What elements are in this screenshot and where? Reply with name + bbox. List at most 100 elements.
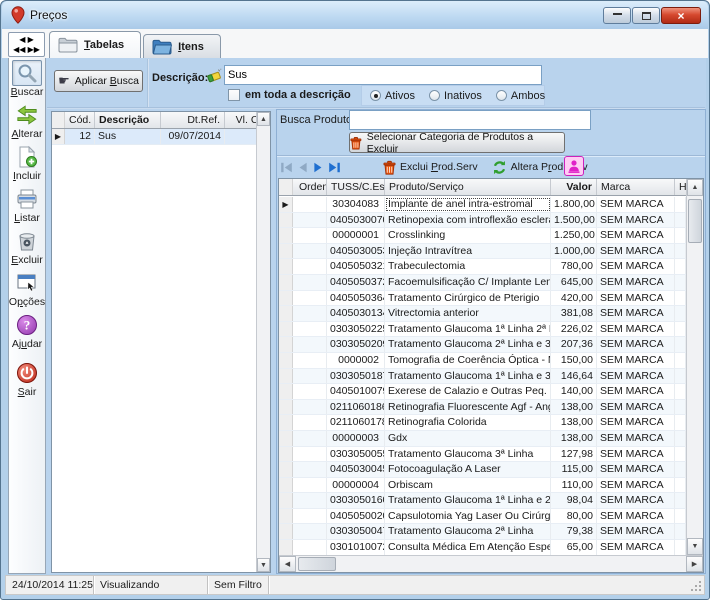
cell-valor[interactable]: 110,00	[551, 478, 597, 493]
scroll-up-icon[interactable]: ▲	[257, 112, 270, 126]
cell-valor[interactable]: 115,00	[551, 462, 597, 477]
cell-ordem[interactable]	[293, 415, 327, 430]
cell-h[interactable]	[675, 275, 686, 290]
cell-ordem[interactable]	[293, 337, 327, 352]
select-category-button[interactable]: Selecionar Categoria de Produtos a Exclu…	[349, 132, 565, 153]
cell-produto[interactable]: Vitrectomia anterior	[385, 306, 551, 321]
table-row[interactable]: ▶12Sus09/07/2014	[52, 129, 270, 145]
apply-search-button[interactable]: ☛ Aplicar Busca	[54, 70, 143, 92]
cell-ordem[interactable]	[293, 369, 327, 384]
delete-product-button[interactable]: Exclui Prod.Serv	[400, 161, 478, 173]
cell-ordem[interactable]	[293, 478, 327, 493]
scroll-up-icon[interactable]: ▲	[687, 179, 703, 196]
header-valor[interactable]: Valor	[551, 179, 597, 195]
cell-ordem[interactable]	[293, 509, 327, 524]
cell-tuss[interactable]: 0405010079	[327, 384, 385, 399]
cell-h[interactable]	[675, 244, 686, 259]
cell-marca[interactable]: SEM MARCA	[597, 337, 675, 352]
products-grid-hscrollbar[interactable]: ◀ ▶	[279, 555, 703, 572]
cell-produto[interactable]: Tratamento Glaucoma 2ª Linha	[385, 524, 551, 539]
cell-valor[interactable]: 146,64	[551, 369, 597, 384]
cell-valor[interactable]: 780,00	[551, 259, 597, 274]
cell-ordem[interactable]	[293, 197, 327, 212]
cell-valor[interactable]: 65,00	[551, 540, 597, 555]
cell-tuss[interactable]: 0303050160	[327, 493, 385, 508]
product-row[interactable]: 0405030045Fotocoagulação A Laser115,00SE…	[279, 462, 686, 478]
cell-marca[interactable]: SEM MARCA	[597, 213, 675, 228]
scroll-right-icon[interactable]: ▶	[686, 556, 703, 572]
product-row[interactable]: 0303050055Tratamento Glaucoma 3ª Linha12…	[279, 447, 686, 463]
tab-itens[interactable]: Itens	[143, 34, 221, 58]
cell-ordem[interactable]	[293, 540, 327, 555]
product-row[interactable]: 0405010079Exerese de Calazio e Outras Pe…	[279, 384, 686, 400]
cell-marca[interactable]: SEM MARCA	[597, 228, 675, 243]
cell-ordem[interactable]	[293, 462, 327, 477]
cell-tuss[interactable]: 0303050209	[327, 337, 385, 352]
maximize-button[interactable]	[632, 7, 660, 24]
prior-record-icon[interactable]	[296, 161, 309, 174]
product-row[interactable]: 0405030070Retinopexia com introflexão es…	[279, 213, 686, 229]
tab-tabelas[interactable]: Tabelas	[49, 31, 141, 58]
product-row[interactable]: 0303050187Tratamento Glaucoma 1ª Linha e…	[279, 369, 686, 385]
cell-ordem[interactable]	[293, 447, 327, 462]
cell-produto[interactable]: Tratamento Glaucoma 1ª Linha 2ª Lin	[385, 322, 551, 337]
title-bar[interactable]: Preços ×	[2, 1, 708, 29]
cell-h[interactable]	[675, 478, 686, 493]
vscroll-thumb[interactable]	[688, 199, 702, 243]
product-row[interactable]: 00000004Orbiscam110,00SEM MARCA	[279, 478, 686, 494]
cell-valor[interactable]: 1.500,00	[551, 213, 597, 228]
sidebar-item-ajudar[interactable]: ? Ajudar	[9, 310, 45, 352]
cell-cod[interactable]: 12	[65, 129, 95, 144]
cell-valor[interactable]: 150,00	[551, 353, 597, 368]
product-search-input[interactable]	[349, 110, 591, 130]
cell-tuss[interactable]: 0301010072	[327, 540, 385, 555]
product-row[interactable]: 0405050321Trabeculectomia780,00SEM MARCA	[279, 259, 686, 275]
cell-tuss[interactable]: 00000004	[327, 478, 385, 493]
cell-descricao[interactable]: Sus	[95, 129, 161, 144]
cell-marca[interactable]: SEM MARCA	[597, 400, 675, 415]
cell-tuss[interactable]: 0405050364	[327, 291, 385, 306]
cell-produto[interactable]: Trabeculectomia	[385, 259, 551, 274]
cell-valor[interactable]: 1.000,00	[551, 244, 597, 259]
cell-ordem[interactable]	[293, 213, 327, 228]
cell-ordem[interactable]	[293, 384, 327, 399]
cell-valor[interactable]: 138,00	[551, 431, 597, 446]
cell-tuss[interactable]: 0211060186	[327, 400, 385, 415]
cell-produto[interactable]: Tratamento Glaucoma 2ª Linha e 3ª L	[385, 337, 551, 352]
header-ordem[interactable]: Ordem	[293, 179, 327, 195]
whole-description-checkbox[interactable]	[228, 89, 240, 101]
cell-marca[interactable]: SEM MARCA	[597, 322, 675, 337]
cell-produto[interactable]: Tratamento Cirúrgico de Pterigio	[385, 291, 551, 306]
cell-h[interactable]	[675, 322, 686, 337]
cell-marca[interactable]: SEM MARCA	[597, 447, 675, 462]
radio-ambos[interactable]: Ambos	[496, 90, 545, 102]
product-row[interactable]: 0303050225Tratamento Glaucoma 1ª Linha 2…	[279, 322, 686, 338]
cell-marca[interactable]: SEM MARCA	[597, 197, 675, 212]
product-row[interactable]: 0405030053Injeção Intravítrea1.000,00SEM…	[279, 244, 686, 260]
sidebar-item-listar[interactable]: Listar	[9, 184, 45, 226]
cell-ordem[interactable]	[293, 244, 327, 259]
header-dtref[interactable]: Dt.Ref.	[161, 112, 225, 128]
product-row[interactable]: 0303050160Tratamento Glaucoma 1ª Linha e…	[279, 493, 686, 509]
cell-produto[interactable]: Tratamento Glaucoma 1ª Linha e 2ª L	[385, 493, 551, 508]
cell-ordem[interactable]	[293, 259, 327, 274]
cell-dtref[interactable]: 09/07/2014	[161, 129, 225, 144]
cell-h[interactable]	[675, 462, 686, 477]
cell-h[interactable]	[675, 415, 686, 430]
cell-produto[interactable]: Gdx	[385, 431, 551, 446]
cell-tuss[interactable]: 0405050372	[327, 275, 385, 290]
sidebar-item-sair[interactable]: Sair	[9, 358, 45, 400]
cell-ordem[interactable]	[293, 275, 327, 290]
cell-valor[interactable]: 127,98	[551, 447, 597, 462]
cell-tuss[interactable]: 0405030070	[327, 213, 385, 228]
cell-tuss[interactable]: 0303050055	[327, 447, 385, 462]
cell-tuss[interactable]: 0405030053	[327, 244, 385, 259]
header-tuss[interactable]: TUSS/C.Esp	[327, 179, 385, 195]
hscroll-thumb[interactable]	[298, 557, 336, 571]
cell-h[interactable]	[675, 353, 686, 368]
cell-produto[interactable]: Orbiscam	[385, 478, 551, 493]
cell-marca[interactable]: SEM MARCA	[597, 524, 675, 539]
person-button[interactable]	[564, 156, 584, 176]
header-marca[interactable]: Marca	[597, 179, 675, 195]
description-input[interactable]	[224, 65, 542, 85]
